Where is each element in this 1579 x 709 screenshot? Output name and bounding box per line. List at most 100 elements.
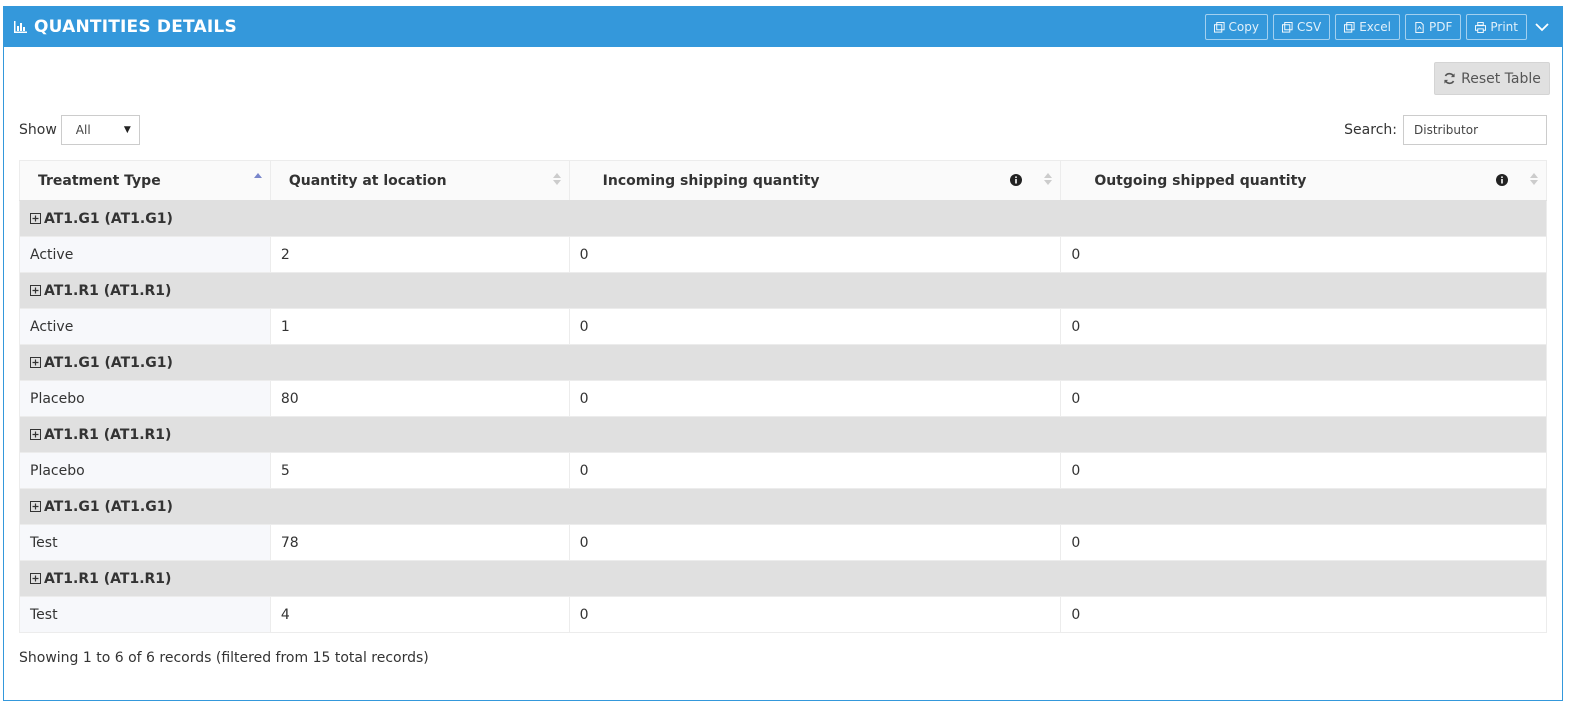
copy-button[interactable]: Copy bbox=[1204, 14, 1268, 40]
group-label: AT1.G1 (AT1.G1) bbox=[44, 354, 173, 371]
cell-treatment-type: Active bbox=[19, 236, 271, 273]
sort-icon bbox=[1044, 173, 1053, 185]
export-toolbar: Copy CSV Excel PDF Print bbox=[1204, 14, 1552, 40]
group-row[interactable]: AT1.R1 (AT1.R1) bbox=[19, 416, 1547, 453]
cell-quantity-at-location: 4 bbox=[269, 596, 570, 633]
cell-incoming-shipping-quantity: 0 bbox=[568, 596, 1062, 633]
cell-treatment-type: Active bbox=[19, 308, 271, 345]
copy-icon bbox=[1344, 21, 1355, 33]
info-icon[interactable] bbox=[1010, 174, 1023, 190]
expand-icon[interactable] bbox=[30, 429, 41, 440]
dropdown-arrow-icon: ▼ bbox=[123, 125, 131, 135]
cell-incoming-shipping-quantity: 0 bbox=[568, 524, 1062, 561]
column-header-outgoing-shipped-quantity[interactable]: Outgoing shipped quantity bbox=[1060, 160, 1547, 201]
group-cell: AT1.G1 (AT1.G1) bbox=[19, 344, 1547, 381]
group-cell: AT1.G1 (AT1.G1) bbox=[19, 200, 1547, 237]
group-row[interactable]: AT1.G1 (AT1.G1) bbox=[19, 344, 1547, 381]
group-cell: AT1.G1 (AT1.G1) bbox=[19, 488, 1547, 525]
expand-icon[interactable] bbox=[30, 357, 41, 368]
cell-treatment-type: Test bbox=[19, 524, 271, 561]
column-header-quantity-at-location[interactable]: Quantity at location bbox=[269, 160, 570, 201]
cell-outgoing-shipped-quantity: 0 bbox=[1060, 236, 1547, 273]
table-body: AT1.G1 (AT1.G1) Active 2 0 0 AT1.R1 (AT1.R1… bbox=[19, 200, 1547, 633]
group-label: AT1.R1 (AT1.R1) bbox=[44, 570, 172, 587]
column-header-label: Incoming shipping quantity bbox=[602, 172, 820, 189]
table-row: Test 4 0 0 bbox=[19, 596, 1547, 633]
page-length-value: All bbox=[75, 123, 91, 137]
table-row: Test 78 0 0 bbox=[19, 524, 1547, 561]
expand-icon[interactable] bbox=[30, 573, 41, 584]
csv-button[interactable]: CSV bbox=[1272, 14, 1331, 40]
copy-label: Copy bbox=[1228, 20, 1259, 34]
group-label: AT1.G1 (AT1.G1) bbox=[44, 210, 173, 227]
sort-icon bbox=[1530, 173, 1538, 185]
cell-treatment-type: Test bbox=[19, 596, 271, 633]
csv-label: CSV bbox=[1296, 20, 1322, 34]
table-header-row: Treatment Type Quantity at location Inco… bbox=[19, 160, 1547, 201]
pdf-file-icon bbox=[1415, 21, 1424, 33]
print-button[interactable]: Print bbox=[1466, 14, 1527, 40]
column-header-label: Quantity at location bbox=[288, 172, 447, 189]
search-input[interactable] bbox=[1403, 115, 1547, 145]
column-header-label: Treatment Type bbox=[38, 172, 161, 189]
group-label: AT1.R1 (AT1.R1) bbox=[44, 426, 172, 443]
excel-label: Excel bbox=[1359, 20, 1391, 34]
page-length-select[interactable]: All ▼ bbox=[60, 115, 140, 145]
group-row[interactable]: AT1.G1 (AT1.G1) bbox=[19, 488, 1547, 525]
reset-table-button[interactable]: Reset Table bbox=[1434, 62, 1550, 95]
cell-incoming-shipping-quantity: 0 bbox=[568, 452, 1062, 489]
search-label: Search: bbox=[1344, 122, 1397, 138]
page-length-control: Show All ▼ bbox=[19, 115, 140, 145]
panel-header: QUANTITIES DETAILS Copy CSV Excel PDF Pr… bbox=[4, 7, 1562, 47]
collapse-panel-button[interactable] bbox=[1532, 14, 1552, 40]
cell-incoming-shipping-quantity: 0 bbox=[568, 308, 1062, 345]
group-row[interactable]: AT1.R1 (AT1.R1) bbox=[19, 272, 1547, 309]
cell-quantity-at-location: 1 bbox=[269, 308, 570, 345]
cell-quantity-at-location: 78 bbox=[269, 524, 570, 561]
cell-outgoing-shipped-quantity: 0 bbox=[1060, 380, 1547, 417]
table-row: Active 1 0 0 bbox=[19, 308, 1547, 345]
group-row[interactable]: AT1.R1 (AT1.R1) bbox=[19, 560, 1547, 597]
expand-icon[interactable] bbox=[30, 285, 41, 296]
group-cell: AT1.R1 (AT1.R1) bbox=[19, 560, 1547, 597]
copy-icon bbox=[1281, 21, 1293, 33]
cell-outgoing-shipped-quantity: 0 bbox=[1060, 524, 1547, 561]
group-cell: AT1.R1 (AT1.R1) bbox=[19, 416, 1547, 453]
pdf-label: PDF bbox=[1429, 20, 1453, 34]
print-icon bbox=[1475, 21, 1487, 33]
group-row[interactable]: AT1.G1 (AT1.G1) bbox=[19, 200, 1547, 237]
expand-icon[interactable] bbox=[30, 501, 41, 512]
sort-icon bbox=[552, 173, 561, 185]
excel-button[interactable]: Excel bbox=[1335, 14, 1400, 40]
cell-treatment-type: Placebo bbox=[19, 452, 271, 489]
quantities-table: Treatment Type Quantity at location Inco… bbox=[19, 160, 1547, 633]
cell-outgoing-shipped-quantity: 0 bbox=[1060, 596, 1547, 633]
sort-ascending-icon bbox=[253, 173, 262, 178]
table-info: Showing 1 to 6 of 6 records (filtered fr… bbox=[19, 650, 429, 666]
cell-incoming-shipping-quantity: 0 bbox=[568, 380, 1062, 417]
cell-quantity-at-location: 5 bbox=[269, 452, 570, 489]
search-control: Search: bbox=[1344, 115, 1547, 145]
group-label: AT1.G1 (AT1.G1) bbox=[44, 498, 173, 515]
column-header-label: Outgoing shipped quantity bbox=[1094, 172, 1307, 189]
cell-quantity-at-location: 2 bbox=[269, 236, 570, 273]
expand-icon[interactable] bbox=[30, 213, 41, 224]
info-icon[interactable] bbox=[1496, 174, 1508, 190]
show-label: Show bbox=[19, 122, 57, 138]
group-label: AT1.R1 (AT1.R1) bbox=[44, 282, 172, 299]
panel-title: QUANTITIES DETAILS bbox=[34, 17, 237, 37]
cell-incoming-shipping-quantity: 0 bbox=[568, 236, 1062, 273]
reset-table-label: Reset Table bbox=[1461, 70, 1541, 87]
column-header-treatment-type[interactable]: Treatment Type bbox=[19, 160, 271, 201]
chevron-down-icon bbox=[1535, 22, 1549, 31]
bar-chart-icon bbox=[14, 20, 28, 34]
cell-outgoing-shipped-quantity: 0 bbox=[1060, 308, 1547, 345]
pdf-button[interactable]: PDF bbox=[1405, 14, 1462, 40]
cell-treatment-type: Placebo bbox=[19, 380, 271, 417]
table-row: Placebo 5 0 0 bbox=[19, 452, 1547, 489]
table-row: Active 2 0 0 bbox=[19, 236, 1547, 273]
column-header-incoming-shipping-quantity[interactable]: Incoming shipping quantity bbox=[568, 160, 1062, 201]
group-cell: AT1.R1 (AT1.R1) bbox=[19, 272, 1547, 309]
refresh-icon bbox=[1444, 72, 1455, 85]
quantities-details-panel: QUANTITIES DETAILS Copy CSV Excel PDF Pr… bbox=[3, 6, 1563, 701]
